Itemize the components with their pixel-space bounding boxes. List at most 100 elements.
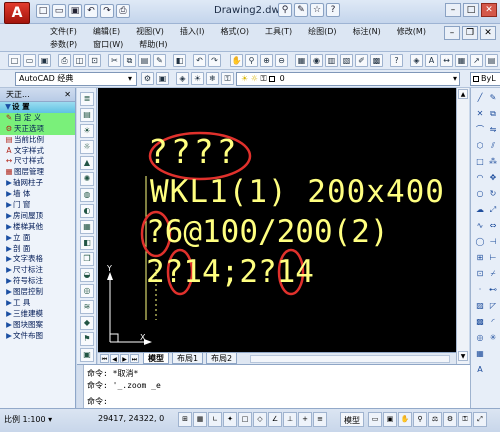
cube-icon[interactable]: ❒ bbox=[80, 252, 94, 266]
tianzheng-item-12[interactable]: ▶立 面 bbox=[0, 233, 75, 244]
minimize-icon[interactable]: – bbox=[445, 3, 461, 17]
region-icon[interactable]: ◎ bbox=[474, 332, 486, 344]
lightbulb-icon[interactable]: ☀ bbox=[80, 124, 94, 138]
polar-icon[interactable]: ✦ bbox=[223, 412, 237, 427]
next-tab-icon[interactable]: ▶ bbox=[120, 354, 129, 363]
circle-icon[interactable]: ○ bbox=[474, 188, 486, 200]
ducs-icon[interactable]: ⊥ bbox=[283, 412, 297, 427]
rotate-icon[interactable]: ↻ bbox=[487, 188, 499, 200]
lock-icon[interactable]: ⚿ bbox=[221, 72, 234, 85]
layer-properties-icon[interactable]: ◈ bbox=[176, 72, 189, 85]
drawing-text-rebar[interactable]: 2?14;2?14 bbox=[146, 254, 314, 290]
tab-layout2[interactable]: 布局2 bbox=[206, 353, 238, 364]
menu-item-row2-2[interactable]: 帮助(H) bbox=[131, 38, 175, 52]
menu-item-row1-2[interactable]: 视图(V) bbox=[128, 25, 172, 39]
copy-icon[interactable]: ⧉ bbox=[123, 54, 136, 67]
drawing-minimize-icon[interactable]: – bbox=[444, 26, 460, 40]
tianzheng-item-16[interactable]: ▶符号标注 bbox=[0, 276, 75, 287]
star-icon[interactable]: ☆ bbox=[310, 3, 324, 17]
menu-item-row1-0[interactable]: 文件(F) bbox=[42, 25, 85, 39]
tianzheng-item-11[interactable]: ▶楼梯其他 bbox=[0, 222, 75, 233]
lightbulb-icon[interactable]: ☀ bbox=[191, 72, 204, 85]
array-icon[interactable]: ⁂ bbox=[487, 156, 499, 168]
linetype-dropdown[interactable]: ByL bbox=[470, 72, 500, 86]
quickcalc-icon[interactable]: ▩ bbox=[370, 54, 383, 67]
copy-object-icon[interactable]: ⧉ bbox=[487, 108, 499, 120]
workspace-save-icon[interactable]: ▣ bbox=[156, 72, 169, 85]
sheet-set-icon[interactable]: ▧ bbox=[340, 54, 353, 67]
markup-icon[interactable]: ✐ bbox=[355, 54, 368, 67]
zoom-realtime-icon[interactable]: ⚲ bbox=[245, 54, 258, 67]
osnap-icon[interactable]: □ bbox=[238, 412, 252, 427]
plot-style-icon[interactable]: ▤ bbox=[485, 54, 498, 67]
workspace-settings-icon[interactable]: ⚙ bbox=[141, 72, 154, 85]
grid-display-icon[interactable]: ▦ bbox=[193, 412, 207, 427]
tianzheng-item-6[interactable]: ▦图层管理 bbox=[0, 167, 75, 178]
scale-icon[interactable]: ⤢ bbox=[487, 204, 499, 216]
freeze-icon[interactable]: ❄ bbox=[206, 72, 219, 85]
chamfer-icon[interactable]: ◸ bbox=[487, 300, 499, 312]
annotation-scale-icon[interactable]: ⚖ bbox=[428, 412, 442, 427]
cut-icon[interactable]: ✂ bbox=[108, 54, 121, 67]
menu-item-row1-6[interactable]: 绘图(D) bbox=[300, 25, 344, 39]
properties-icon[interactable]: ▦ bbox=[295, 54, 308, 67]
properties-icon[interactable]: ▤ bbox=[80, 108, 94, 122]
tianzheng-item-14[interactable]: ▶文字表格 bbox=[0, 254, 75, 265]
drawing-close-icon[interactable]: ✕ bbox=[480, 26, 496, 40]
gradient-icon[interactable]: ▩ bbox=[474, 316, 486, 328]
layer-icon[interactable]: ◈ bbox=[410, 54, 423, 67]
drawing-text-qmarks[interactable]: ???? bbox=[148, 132, 239, 171]
mirror-icon[interactable]: ⇋ bbox=[487, 124, 499, 136]
join-icon[interactable]: ⊷ bbox=[487, 284, 499, 296]
tianzheng-item-2[interactable]: ⚙ 天正选项 bbox=[0, 123, 75, 135]
prev-tab-icon[interactable]: ◀ bbox=[110, 354, 119, 363]
command-prompt[interactable]: 命令: bbox=[87, 396, 108, 407]
menu-item-row1-7[interactable]: 标注(N) bbox=[345, 25, 389, 39]
tianzheng-item-3[interactable]: ▤当前比例 bbox=[0, 135, 75, 146]
otrack-icon[interactable]: ∠ bbox=[268, 412, 282, 427]
vertical-scrollbar[interactable]: ▲ ▼ bbox=[456, 88, 469, 364]
close-icon[interactable]: ✕ bbox=[64, 88, 71, 102]
offset-icon[interactable]: ⫽ bbox=[487, 140, 499, 152]
text-style-icon[interactable]: A bbox=[425, 54, 438, 67]
menu-item-row1-3[interactable]: 插入(I) bbox=[172, 25, 213, 39]
mtext-icon[interactable]: A bbox=[474, 364, 486, 376]
sun-icon[interactable]: ✺ bbox=[80, 172, 94, 186]
light-icon[interactable]: ☼ bbox=[80, 140, 94, 154]
layers-icon[interactable]: ≣ bbox=[80, 92, 94, 106]
tianzheng-item-13[interactable]: ▶剖 面 bbox=[0, 244, 75, 255]
tianzheng-item-17[interactable]: ▶图层控制 bbox=[0, 287, 75, 298]
tab-model[interactable]: 模型 bbox=[143, 353, 169, 364]
scroll-down-icon[interactable]: ▼ bbox=[458, 351, 468, 361]
save-icon[interactable]: ▣ bbox=[38, 54, 51, 67]
tianzheng-item-0[interactable]: ▼设 置 bbox=[0, 102, 75, 113]
open-icon[interactable]: ▭ bbox=[23, 54, 36, 67]
table-icon[interactable]: ▦ bbox=[474, 348, 486, 360]
tianzheng-item-18[interactable]: ▶工 具 bbox=[0, 298, 75, 309]
model-space-button[interactable]: 模型 bbox=[340, 412, 364, 427]
insert-block-icon[interactable]: ⊞ bbox=[474, 252, 486, 264]
undo-icon[interactable]: ↶ bbox=[193, 54, 206, 67]
help-icon[interactable]: ? bbox=[390, 54, 403, 67]
lock-ui-icon[interactable]: ⚿ bbox=[458, 412, 472, 427]
quick-view-layouts-icon[interactable]: ▭ bbox=[368, 412, 382, 427]
tianzheng-item-20[interactable]: ▶图块图案 bbox=[0, 320, 75, 331]
quick-view-drawings-icon[interactable]: ▣ bbox=[383, 412, 397, 427]
rectangle-icon[interactable]: □ bbox=[474, 156, 486, 168]
stretch-icon[interactable]: ⇔ bbox=[487, 220, 499, 232]
horizontal-scrollbar[interactable] bbox=[250, 355, 450, 363]
binoculars-icon[interactable]: ⚲ bbox=[278, 3, 292, 17]
clean-screen-icon[interactable]: ⤢ bbox=[473, 412, 487, 427]
tianzheng-item-21[interactable]: ▶文件布图 bbox=[0, 331, 75, 342]
dim-style-icon[interactable]: ↔ bbox=[440, 54, 453, 67]
command-window-grip[interactable] bbox=[77, 365, 84, 409]
camera-icon[interactable]: ◎ bbox=[80, 284, 94, 298]
arc-icon[interactable]: ◠ bbox=[474, 172, 486, 184]
multileader-style-icon[interactable]: ↗ bbox=[470, 54, 483, 67]
menu-item-row1-4[interactable]: 格式(O) bbox=[212, 25, 257, 39]
box-icon[interactable]: ◧ bbox=[80, 236, 94, 250]
paint-icon[interactable]: ◆ bbox=[80, 316, 94, 330]
ellipse-icon[interactable]: ◯ bbox=[474, 236, 486, 248]
help-icon[interactable]: ? bbox=[326, 3, 340, 17]
tianzheng-item-7[interactable]: ▶轴网柱子 bbox=[0, 178, 75, 189]
